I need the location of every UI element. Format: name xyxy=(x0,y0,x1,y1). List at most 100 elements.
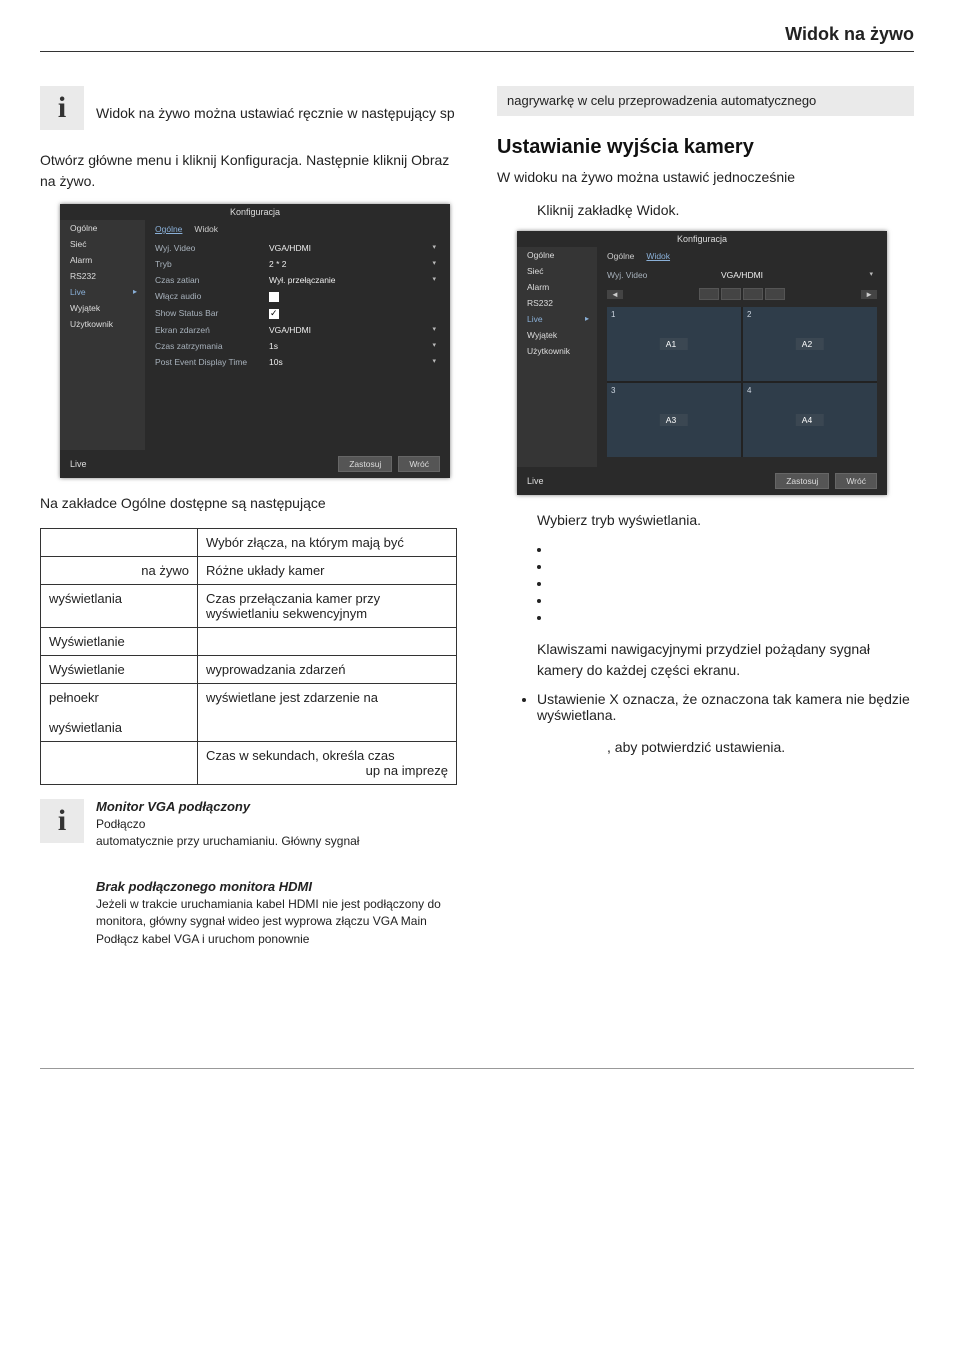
nvr-footer: Live Zastosuj Wróć xyxy=(60,450,450,478)
tab-ogolne[interactable]: Ogólne xyxy=(155,224,182,234)
layout-icon[interactable] xyxy=(743,288,763,300)
sidebar-item-ogolne[interactable]: Ogólne xyxy=(60,220,145,236)
nvr-main: Ogólne Widok Wyj. VideoVGA/HDMI Tryb2 * … xyxy=(145,220,450,450)
table-cell: Wyświetlanie xyxy=(41,628,198,656)
table-cell xyxy=(41,529,198,557)
note-title: Monitor VGA podłączony xyxy=(96,799,457,814)
steps-list: Klawiszami nawigacyjnymi przydziel pożąd… xyxy=(497,639,914,681)
step-item: Wybierz tryb wyświetlania. xyxy=(537,510,914,531)
nvr-label: Ekran zdarzeń xyxy=(155,325,265,335)
nvr-footer-label: Live xyxy=(70,459,332,469)
nvr-body: Ogólne Sieć Alarm RS232 Live Wyjątek Uży… xyxy=(60,220,450,450)
nvr-main: Ogólne Widok Wyj. VideoVGA/HDMI ◄ xyxy=(597,247,887,467)
layout-icon[interactable] xyxy=(765,288,785,300)
table-cell: wyświetlane jest zdarzenie na xyxy=(198,684,457,742)
layout-icons[interactable] xyxy=(699,285,785,303)
gray-note: nagrywarkę w celu przeprowadzenia automa… xyxy=(497,86,914,116)
confirm-text: , aby potwierdzić ustawienia. xyxy=(607,739,914,755)
nvr-label: Wyj. Video xyxy=(607,270,717,280)
nvr-label: Wyj. Video xyxy=(155,243,265,253)
bullet-list xyxy=(497,541,914,623)
apply-button[interactable]: Zastosuj xyxy=(338,456,392,472)
table-row: Czas w sekundach, określa czasup na impr… xyxy=(41,742,457,785)
nvr-footer: Live Zastosuj Wróć xyxy=(517,467,887,495)
table-cell: Różne układy kamer xyxy=(198,557,457,585)
options-table: Wybór złącza, na którym mają być na żywo… xyxy=(40,528,457,785)
table-row: Wyświetlaniewyprowadzania zdarzeń xyxy=(41,656,457,684)
camera-cell-2[interactable]: 2A2 xyxy=(743,307,877,381)
table-cell: Czas w sekundach, określa czasup na impr… xyxy=(198,742,457,785)
sidebar-item-rs232[interactable]: RS232 xyxy=(60,268,145,284)
sidebar-item-uzytkownik[interactable]: Użytkownik xyxy=(60,316,145,332)
layout-icon[interactable] xyxy=(721,288,741,300)
info-box: i Widok na żywo można ustawiać ręcznie w… xyxy=(40,86,457,130)
table-row: na żywoRóżne układy kamer xyxy=(41,557,457,585)
sidebar-item-siec[interactable]: Sieć xyxy=(60,236,145,252)
sidebar-item-wyjatek[interactable]: Wyjątek xyxy=(60,300,145,316)
table-cell: na żywo xyxy=(41,557,198,585)
page-title: Widok na żywo xyxy=(785,24,914,44)
nvr-dropdown[interactable]: 2 * 2 xyxy=(265,258,440,270)
table-row: Wybór złącza, na którym mają być xyxy=(41,529,457,557)
list-item xyxy=(552,592,914,606)
nvr-config-general: Konfiguracja Ogólne Sieć Alarm RS232 Liv… xyxy=(60,204,450,478)
info-icon: i xyxy=(40,799,84,843)
left-column: i Widok na żywo można ustawiać ręcznie w… xyxy=(40,86,457,968)
sidebar-item-rs232[interactable]: RS232 xyxy=(517,295,597,311)
apply-button[interactable]: Zastosuj xyxy=(775,473,829,489)
nvr-label: Włącz audio xyxy=(155,291,265,301)
table-cell: pełnoekrwyświetlania xyxy=(41,684,198,742)
sidebar-item-live[interactable]: Live xyxy=(517,311,597,327)
nvr-checkbox[interactable] xyxy=(265,290,440,303)
sidebar-item-live[interactable]: Live xyxy=(60,284,145,300)
nvr-dropdown[interactable]: VGA/HDMI xyxy=(265,324,440,336)
steps-list: Kliknij zakładkę Widok. xyxy=(497,200,914,221)
note-title: Brak podłączonego monitora HDMI xyxy=(96,879,457,894)
pager-next[interactable]: ► xyxy=(861,290,877,299)
nvr-label: Czas zatrzymania xyxy=(155,341,265,351)
camera-cell-3[interactable]: 3A3 xyxy=(607,383,741,457)
nvr-label: Show Status Bar xyxy=(155,308,265,318)
camera-grid: 1A1 2A2 3A3 4A4 xyxy=(607,307,877,457)
table-cell: Czas przełączania kamer przy wyświetlani… xyxy=(198,585,457,628)
info-box-2: i Monitor VGA podłączony Podłączo automa… xyxy=(40,799,457,948)
table-row: Wyświetlanie xyxy=(41,628,457,656)
sidebar-item-ogolne[interactable]: Ogólne xyxy=(517,247,597,263)
layout-icon[interactable] xyxy=(699,288,719,300)
sidebar-item-uzytkownik[interactable]: Użytkownik xyxy=(517,343,597,359)
nvr-dropdown[interactable]: 1s xyxy=(265,340,440,352)
nvr-dropdown[interactable]: VGA/HDMI xyxy=(717,269,877,281)
list-item xyxy=(552,558,914,572)
table-cell xyxy=(198,628,457,656)
nvr-dropdown[interactable]: VGA/HDMI xyxy=(265,242,440,254)
column-layout: i Widok na żywo można ustawiać ręcznie w… xyxy=(40,86,914,968)
section-heading: Ustawianie wyjścia kamery xyxy=(497,136,914,159)
pager-prev[interactable]: ◄ xyxy=(607,290,623,299)
nvr-dropdown[interactable]: Wył. przełączanie xyxy=(265,274,440,286)
tab-widok[interactable]: Widok xyxy=(646,251,670,261)
back-button[interactable]: Wróć xyxy=(835,473,877,489)
back-button[interactable]: Wróć xyxy=(398,456,440,472)
page-header: Widok na żywo xyxy=(40,0,914,52)
nvr-title: Konfiguracja xyxy=(517,231,887,247)
camera-cell-1[interactable]: 1A1 xyxy=(607,307,741,381)
list-item xyxy=(552,609,914,623)
nvr-config-widok: Konfiguracja Ogólne Sieć Alarm RS232 Liv… xyxy=(517,231,887,495)
tab-ogolne[interactable]: Ogólne xyxy=(607,251,634,261)
table-cell: Wyświetlanie xyxy=(41,656,198,684)
sidebar-item-siec[interactable]: Sieć xyxy=(517,263,597,279)
sidebar-item-alarm[interactable]: Alarm xyxy=(60,252,145,268)
page: Widok na żywo i Widok na żywo można usta… xyxy=(0,0,954,1099)
note-body: Jeżeli w trakcie uruchamiania kabel HDMI… xyxy=(96,896,457,948)
nvr-checkbox[interactable] xyxy=(265,307,440,320)
tab-widok[interactable]: Widok xyxy=(194,224,218,234)
sidebar-item-alarm[interactable]: Alarm xyxy=(517,279,597,295)
nvr-body: Ogólne Sieć Alarm RS232 Live Wyjątek Uży… xyxy=(517,247,887,467)
nvr-sidebar: Ogólne Sieć Alarm RS232 Live Wyjątek Uży… xyxy=(517,247,597,467)
nvr-dropdown[interactable]: 10s xyxy=(265,356,440,368)
bullet-list: Ustawienie X oznacza, że oznaczona tak k… xyxy=(497,691,914,723)
step-item: Kliknij zakładkę Widok. xyxy=(537,200,914,221)
camera-cell-4[interactable]: 4A4 xyxy=(743,383,877,457)
sidebar-item-wyjatek[interactable]: Wyjątek xyxy=(517,327,597,343)
nvr-sidebar: Ogólne Sieć Alarm RS232 Live Wyjątek Uży… xyxy=(60,220,145,450)
